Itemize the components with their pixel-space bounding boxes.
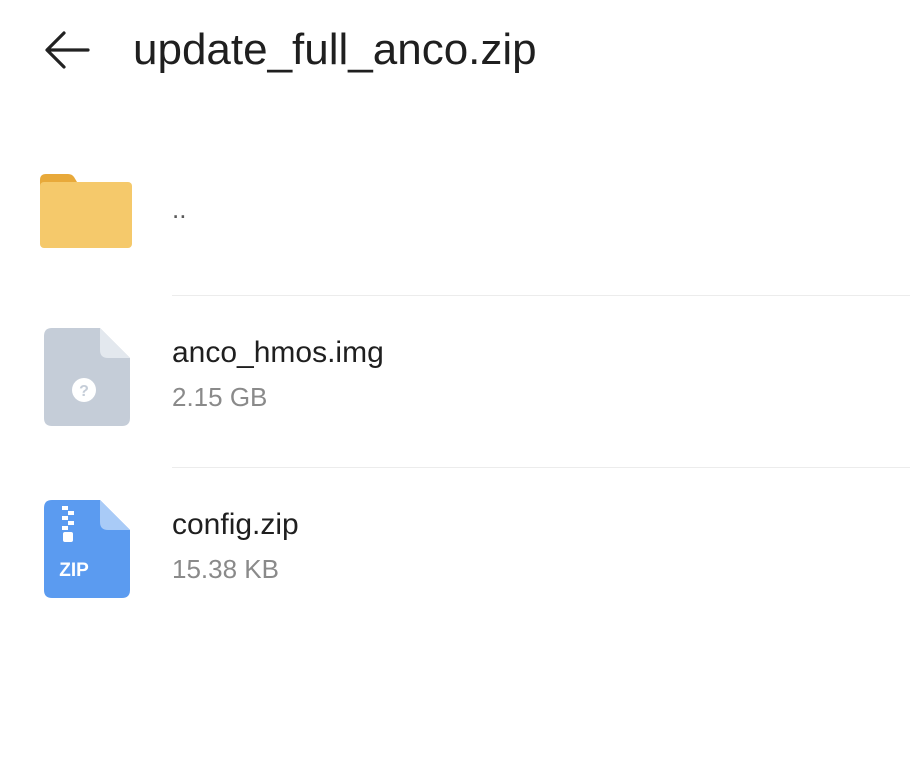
list-item-parent-directory[interactable]: .. bbox=[0, 124, 910, 296]
unknown-file-icon: ? bbox=[44, 328, 130, 426]
arrow-left-icon bbox=[45, 31, 90, 69]
folder-icon bbox=[40, 174, 132, 248]
zip-badge: ZIP bbox=[59, 560, 89, 581]
list-item-anco-hmos-img[interactable]: ? anco_hmos.img 2.15 GB bbox=[0, 296, 910, 468]
file-size: 2.15 GB bbox=[172, 382, 268, 412]
list-item-config-zip[interactable]: ZIP config.zip 15.38 KB bbox=[0, 468, 910, 640]
app-header: update_full_anco.zip bbox=[0, 0, 910, 110]
file-list: .. ? anco_hmos.img 2.15 GB ZIP config.zi… bbox=[0, 124, 910, 640]
file-name: anco_hmos.img bbox=[172, 336, 384, 369]
file-name: config.zip bbox=[172, 508, 299, 541]
zip-file-icon: ZIP bbox=[44, 500, 130, 598]
back-button[interactable] bbox=[34, 22, 98, 78]
page-title: update_full_anco.zip bbox=[133, 25, 537, 74]
file-size: 15.38 KB bbox=[172, 554, 279, 584]
unknown-glyph: ? bbox=[79, 383, 89, 400]
file-name: .. bbox=[172, 194, 187, 224]
